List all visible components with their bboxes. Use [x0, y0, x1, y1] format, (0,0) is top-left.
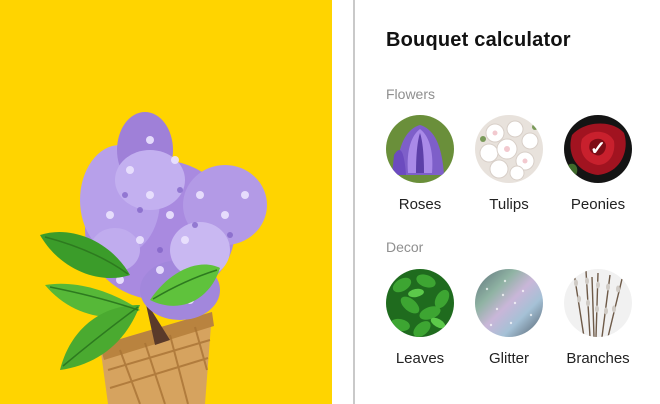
roses-swatch: [386, 115, 454, 183]
glitter-swatch: [475, 269, 543, 337]
peonies-swatch: ✓: [564, 115, 632, 183]
flower-option-peonies[interactable]: ✓ Peonies: [553, 115, 643, 213]
decor-option-glitter[interactable]: Glitter: [464, 269, 554, 367]
leaves-label: Leaves: [395, 350, 445, 367]
roses-label: Roses: [398, 196, 442, 213]
glitter-label: Glitter: [488, 350, 529, 367]
lilac-cone-illustration: [0, 0, 332, 404]
tulips-swatch: [475, 115, 543, 183]
decor-option-leaves[interactable]: Leaves: [375, 269, 465, 367]
branches-label: Branches: [566, 350, 630, 367]
branches-swatch: [564, 269, 632, 337]
flowers-section-label: Flowers: [386, 86, 436, 102]
flower-option-roses[interactable]: Roses: [375, 115, 465, 213]
decor-option-branches[interactable]: Branches: [553, 269, 643, 367]
flower-option-tulips[interactable]: Tulips: [464, 115, 554, 213]
panel-title: Bouquet calculator: [386, 29, 571, 51]
leaves-swatch: [386, 269, 454, 337]
selected-check-icon: ✓: [590, 138, 606, 160]
tulips-label: Tulips: [489, 196, 529, 213]
bouquet-calculator-panel: Bouquet calculator Flowers Roses Tulips …: [386, 0, 660, 404]
panel-divider: [353, 0, 355, 404]
decor-section-label: Decor: [386, 239, 424, 255]
hero-image: [0, 0, 332, 404]
peonies-label: Peonies: [570, 196, 626, 213]
